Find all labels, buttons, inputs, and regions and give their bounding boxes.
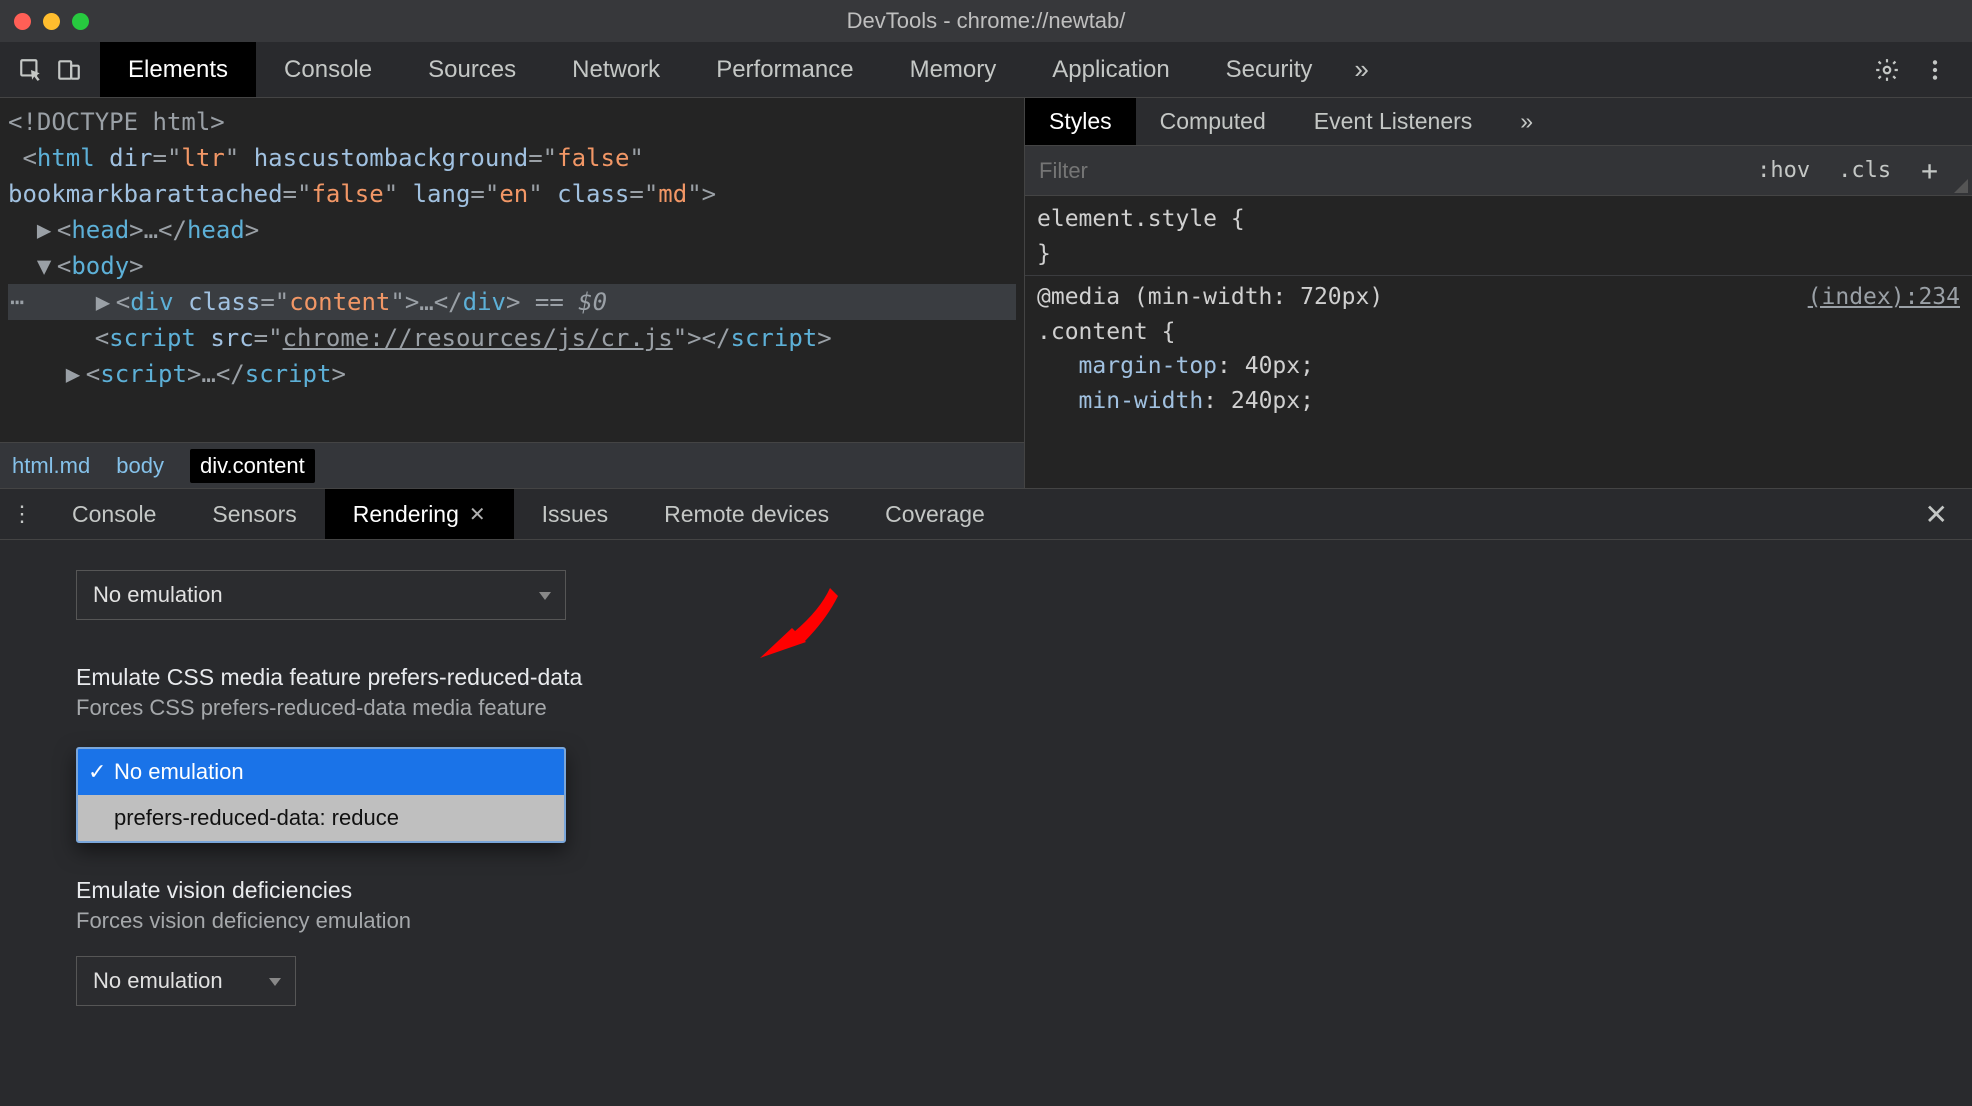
tab-performance[interactable]: Performance (688, 42, 881, 97)
annotation-arrow-icon (760, 580, 840, 680)
rendering-panel: No emulation Emulate CSS media feature p… (0, 540, 1972, 1100)
kebab-menu-icon[interactable] (1922, 57, 1948, 83)
dom-tree-panel: <!DOCTYPE html> <html dir="ltr" hascusto… (0, 98, 1025, 488)
chevron-double-right-icon: » (1354, 54, 1368, 85)
option-label: No emulation (114, 759, 244, 785)
styles-filter-input[interactable] (1025, 158, 1743, 184)
window-close-button[interactable] (14, 13, 31, 30)
tab-label: Rendering (353, 501, 459, 528)
tab-label: Sources (428, 56, 516, 84)
drawer-tab-console[interactable]: Console (44, 489, 184, 539)
tab-network[interactable]: Network (544, 42, 688, 97)
tab-sources[interactable]: Sources (400, 42, 544, 97)
styles-tab-styles[interactable]: Styles (1025, 98, 1136, 145)
tab-label: Security (1226, 56, 1313, 84)
tab-label: Event Listeners (1314, 108, 1473, 135)
dom-breadcrumb: html.md body div.content (0, 442, 1024, 488)
breadcrumb-item[interactable]: html.md (12, 453, 90, 479)
inspect-element-icon[interactable] (18, 57, 44, 83)
drawer-tab-rendering[interactable]: Rendering ✕ (325, 489, 514, 539)
vision-deficiencies-title: Emulate vision deficiencies (76, 877, 1972, 904)
styles-tab-overflow[interactable]: » (1496, 98, 1557, 145)
css-property[interactable]: min-width (1079, 388, 1204, 414)
dom-tree[interactable]: <!DOCTYPE html> <html dir="ltr" hascusto… (0, 98, 1024, 442)
window-minimize-button[interactable] (43, 13, 60, 30)
styles-tab-event-listeners[interactable]: Event Listeners (1290, 98, 1497, 145)
select-value: No emulation (93, 968, 223, 994)
tab-label: Performance (716, 56, 853, 84)
drawer-tab-issues[interactable]: Issues (514, 489, 636, 539)
tab-label: Memory (910, 56, 997, 84)
tabs-overflow-button[interactable]: » (1340, 42, 1382, 97)
vision-deficiencies-subtitle: Forces vision deficiency emulation (76, 908, 1972, 934)
drawer-tab-remote-devices[interactable]: Remote devices (636, 489, 857, 539)
window-titlebar: DevTools - chrome://newtab/ (0, 0, 1972, 42)
dom-selected-node[interactable]: ▶<div class="content">…</div> == $0 (8, 284, 1016, 320)
window-zoom-button[interactable] (72, 13, 89, 30)
chevron-double-right-icon: » (1520, 108, 1533, 135)
dom-eq-token: == $0 (520, 288, 607, 316)
new-style-rule-button[interactable]: + (1905, 154, 1954, 187)
toggle-hov-button[interactable]: :hov (1743, 158, 1824, 183)
select-value: No emulation (93, 582, 223, 608)
main-tab-strip: Elements Console Sources Network Perform… (0, 42, 1972, 98)
tab-label: Network (572, 56, 660, 84)
prefers-reduced-data-dropdown[interactable]: No emulation prefers-reduced-data: reduc… (76, 747, 566, 843)
tab-label: Console (72, 501, 156, 528)
window-title: DevTools - chrome://newtab/ (0, 8, 1972, 34)
dom-doctype: <!DOCTYPE html> (8, 108, 225, 136)
tab-label: Styles (1049, 108, 1112, 135)
emulate-media-select[interactable]: No emulation (76, 570, 566, 620)
tab-label: Coverage (885, 501, 985, 528)
dropdown-option[interactable]: prefers-reduced-data: reduce (78, 795, 564, 841)
drawer-tab-strip: ⋮ Console Sensors Rendering ✕ Issues Rem… (0, 488, 1972, 540)
css-selector[interactable]: .content { (1037, 319, 1175, 345)
dropdown-option[interactable]: No emulation (78, 749, 564, 795)
css-selector[interactable]: element.style { (1037, 206, 1245, 232)
css-property[interactable]: margin-top (1079, 353, 1217, 379)
prefers-reduced-data-subtitle: Forces CSS prefers-reduced-data media fe… (76, 695, 1972, 721)
tab-security[interactable]: Security (1198, 42, 1341, 97)
tab-label: Console (284, 56, 372, 84)
vision-deficiencies-select[interactable]: No emulation (76, 956, 296, 1006)
tab-label: Issues (542, 501, 608, 528)
tab-application[interactable]: Application (1024, 42, 1197, 97)
prefers-reduced-data-title: Emulate CSS media feature prefers-reduce… (76, 664, 1972, 691)
option-label: prefers-reduced-data: reduce (114, 805, 399, 831)
toggle-cls-button[interactable]: .cls (1824, 158, 1905, 183)
tab-label: Application (1052, 56, 1169, 84)
drawer-tab-coverage[interactable]: Coverage (857, 489, 1013, 539)
settings-icon[interactable] (1874, 57, 1900, 83)
tab-label: Elements (128, 56, 228, 84)
close-icon[interactable]: ✕ (469, 502, 486, 527)
styles-panel: Styles Computed Event Listeners » :hov .… (1025, 98, 1972, 488)
tab-console[interactable]: Console (256, 42, 400, 97)
breadcrumb-item[interactable]: body (116, 453, 164, 479)
css-media: @media (min-width: 720px) (1037, 284, 1383, 310)
tab-memory[interactable]: Memory (882, 42, 1025, 97)
breadcrumb-item-current[interactable]: div.content (190, 449, 315, 483)
tab-label: Computed (1160, 108, 1266, 135)
drawer-menu-button[interactable]: ⋮ (0, 489, 44, 539)
device-toolbar-icon[interactable] (56, 57, 82, 83)
css-value[interactable]: 240px (1231, 388, 1300, 414)
tab-label: Remote devices (664, 501, 829, 528)
drawer-tab-sensors[interactable]: Sensors (184, 489, 324, 539)
styles-tab-computed[interactable]: Computed (1136, 98, 1290, 145)
tab-elements[interactable]: Elements (100, 42, 256, 97)
traffic-lights (14, 13, 89, 30)
resize-corner-icon[interactable] (1954, 179, 1968, 193)
css-value[interactable]: 40px (1245, 353, 1300, 379)
css-brace: } (1037, 241, 1051, 267)
tab-label: Sensors (212, 501, 296, 528)
css-source-link[interactable]: (index):234 (1808, 280, 1960, 315)
drawer-close-button[interactable]: ✕ (1925, 498, 1948, 531)
